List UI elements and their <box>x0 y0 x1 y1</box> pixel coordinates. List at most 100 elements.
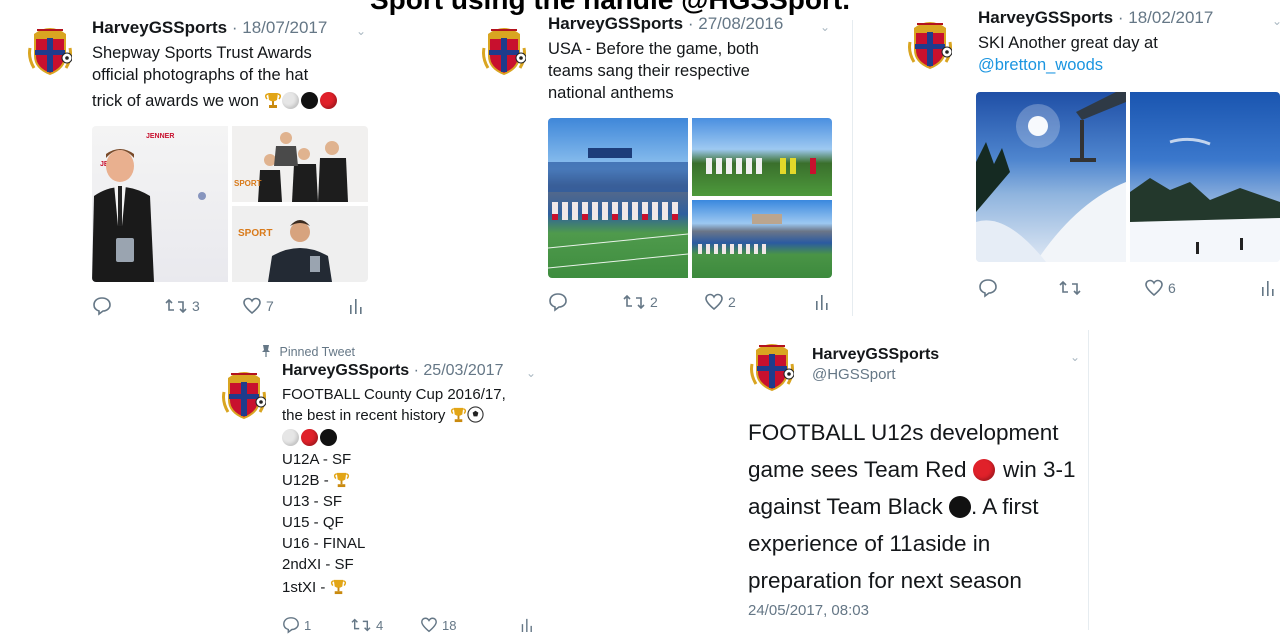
analytics-button[interactable] <box>1260 278 1276 298</box>
like-count: 2 <box>728 294 736 310</box>
chevron-down-icon[interactable]: ⌄ <box>1070 350 1080 364</box>
reply-button[interactable] <box>978 278 1002 298</box>
ski-lift-sun[interactable] <box>976 92 1126 262</box>
black-circle-icon <box>300 92 318 109</box>
chevron-down-icon[interactable]: ⌄ <box>1272 14 1282 28</box>
profile-crest-avatar[interactable] <box>908 18 952 70</box>
tweet-text-span: against Team Black <box>748 494 943 519</box>
retweet-count: 2 <box>650 294 658 310</box>
trophy-icon <box>264 91 282 109</box>
chevron-down-icon[interactable]: ⌄ <box>526 366 536 380</box>
stadium-team-line[interactable] <box>548 118 688 278</box>
tweet-card[interactable]: HarveyGSSports · 18/07/2017 ⌄ Shepway Sp… <box>0 0 420 330</box>
analytics-button[interactable] <box>814 292 830 312</box>
analytics-button[interactable] <box>348 296 364 316</box>
tweet-text-span: . A first <box>970 494 1039 519</box>
awards-photo-group[interactable]: SPORT <box>232 126 368 202</box>
result-line: 1stXI - <box>282 577 506 598</box>
result-line: U13 - SF <box>282 493 343 510</box>
analytics-button[interactable] <box>520 616 534 634</box>
awards-photo-boy-with-trophy[interactable]: JENNER JENNER SPORT <box>92 126 228 282</box>
stadium-illustration <box>548 148 688 269</box>
tweet-timestamp[interactable]: 24/05/2017, 08:03 <box>748 602 869 619</box>
tweet-date[interactable]: · 27/08/2016 <box>688 14 783 33</box>
tweet-header: HarveyGSSports · 18/02/2017 <box>978 8 1213 28</box>
tweet-author-name[interactable]: HarveyGSSports <box>92 18 227 37</box>
tweet-text: Shepway Sports Trust Awards official pho… <box>92 42 339 112</box>
tweet-date[interactable]: · 18/02/2017 <box>1118 8 1213 27</box>
result-line: U16 - FINAL <box>282 535 366 552</box>
card-divider <box>1088 330 1089 630</box>
reply-count: 1 <box>304 617 312 633</box>
tweet-username[interactable]: @HGSSport <box>812 366 939 383</box>
tweet-text-line: Shepway Sports Trust Awards <box>92 44 312 62</box>
man-photo-illustration: SPORT <box>238 220 332 282</box>
tweet-date[interactable]: · 18/07/2017 <box>232 18 327 37</box>
tweet-header: HarveyGSSports · 18/07/2017 <box>92 18 327 38</box>
ski-slope-snow[interactable] <box>1130 92 1280 262</box>
retweet-icon <box>1058 278 1082 298</box>
profile-crest-avatar[interactable] <box>482 24 526 76</box>
like-button[interactable]: 7 <box>242 296 274 316</box>
tweet-media-grid[interactable] <box>548 118 832 278</box>
stats-icon <box>1260 278 1276 298</box>
result-line: U12A - SF <box>282 451 352 468</box>
tweet-media-grid[interactable] <box>976 92 1280 262</box>
like-button[interactable]: 6 <box>1144 278 1176 298</box>
heart-icon <box>704 292 724 312</box>
like-button[interactable]: 2 <box>704 292 736 312</box>
reply-icon <box>282 616 300 634</box>
chevron-down-icon[interactable]: ⌄ <box>356 24 366 38</box>
retweet-button[interactable]: 2 <box>622 292 658 312</box>
reply-button[interactable]: 1 <box>282 616 311 634</box>
result-line: U12B - <box>282 470 506 491</box>
pin-icon <box>260 344 272 358</box>
tweet-author-name[interactable]: HarveyGSSports <box>812 346 939 364</box>
tweet-author-name[interactable]: HarveyGSSports <box>548 14 683 33</box>
stats-icon <box>520 616 534 634</box>
team-illustration <box>706 158 816 174</box>
black-circle-icon <box>320 429 337 446</box>
trophy-icon <box>450 406 467 423</box>
tweet-card[interactable]: Pinned Tweet HarveyGSSports · 25/03/2017… <box>210 336 550 630</box>
ski-slope-illustration <box>1130 137 1280 262</box>
reply-icon <box>978 278 998 298</box>
tweet-card[interactable]: HarveyGSSports · 18/02/2017 ⌄ SKI Anothe… <box>900 0 1288 310</box>
tweet-card[interactable]: HarveyGSSports · 27/08/2016 ⌄ USA - Befo… <box>462 0 862 320</box>
reply-button[interactable] <box>92 296 116 316</box>
profile-crest-avatar[interactable] <box>222 368 266 420</box>
backdrop-logo-text: SPORT <box>238 228 272 239</box>
tweet-author-name[interactable]: HarveyGSSports <box>978 8 1113 27</box>
tweet-card[interactable]: HarveyGSSports @HGSSport ⌄ FOOTBALL U12s… <box>736 330 1092 630</box>
retweet-button[interactable]: 4 <box>350 616 383 634</box>
like-button[interactable]: 18 <box>420 616 456 634</box>
tweet-media-grid[interactable]: JENNER JENNER SPORT <box>92 126 368 282</box>
retweet-button[interactable]: 3 <box>164 296 200 316</box>
profile-crest-avatar[interactable] <box>28 24 72 76</box>
stadium-wide[interactable] <box>692 200 832 278</box>
tweet-text-span: game sees Team Red <box>748 457 967 482</box>
mention-link[interactable]: @bretton_woods <box>978 54 1158 76</box>
tweet-actions: 3 7 <box>92 296 372 316</box>
stadium-wide-illustration <box>698 214 782 254</box>
result-line: U15 - QF <box>282 514 344 531</box>
tweet-text-line: FOOTBALL County Cup 2016/17, <box>282 386 506 403</box>
tweet-text: FOOTBALL County Cup 2016/17, the best in… <box>282 384 506 598</box>
tweet-text-line: SKI Another great day at <box>978 34 1158 52</box>
tweet-text-line: teams sang their respective <box>548 62 750 80</box>
tweet-emoji-line <box>282 428 506 449</box>
chevron-down-icon[interactable]: ⌄ <box>820 20 830 34</box>
retweet-button[interactable] <box>1058 278 1086 298</box>
awards-photo-man-with-trophy[interactable]: SPORT <box>232 206 368 282</box>
tweet-author-name[interactable]: HarveyGSSports <box>282 362 409 379</box>
reply-button[interactable] <box>548 292 572 312</box>
profile-crest-avatar[interactable] <box>750 340 794 392</box>
white-circle-icon <box>281 92 299 109</box>
ski-lift-illustration <box>976 92 1126 262</box>
heart-icon <box>1144 278 1164 298</box>
heart-icon <box>420 616 438 634</box>
retweet-icon <box>164 296 188 316</box>
backdrop-logo-text: SPORT <box>234 179 262 188</box>
tweet-date[interactable]: · 25/03/2017 <box>414 362 504 379</box>
team-on-field[interactable] <box>692 118 832 196</box>
